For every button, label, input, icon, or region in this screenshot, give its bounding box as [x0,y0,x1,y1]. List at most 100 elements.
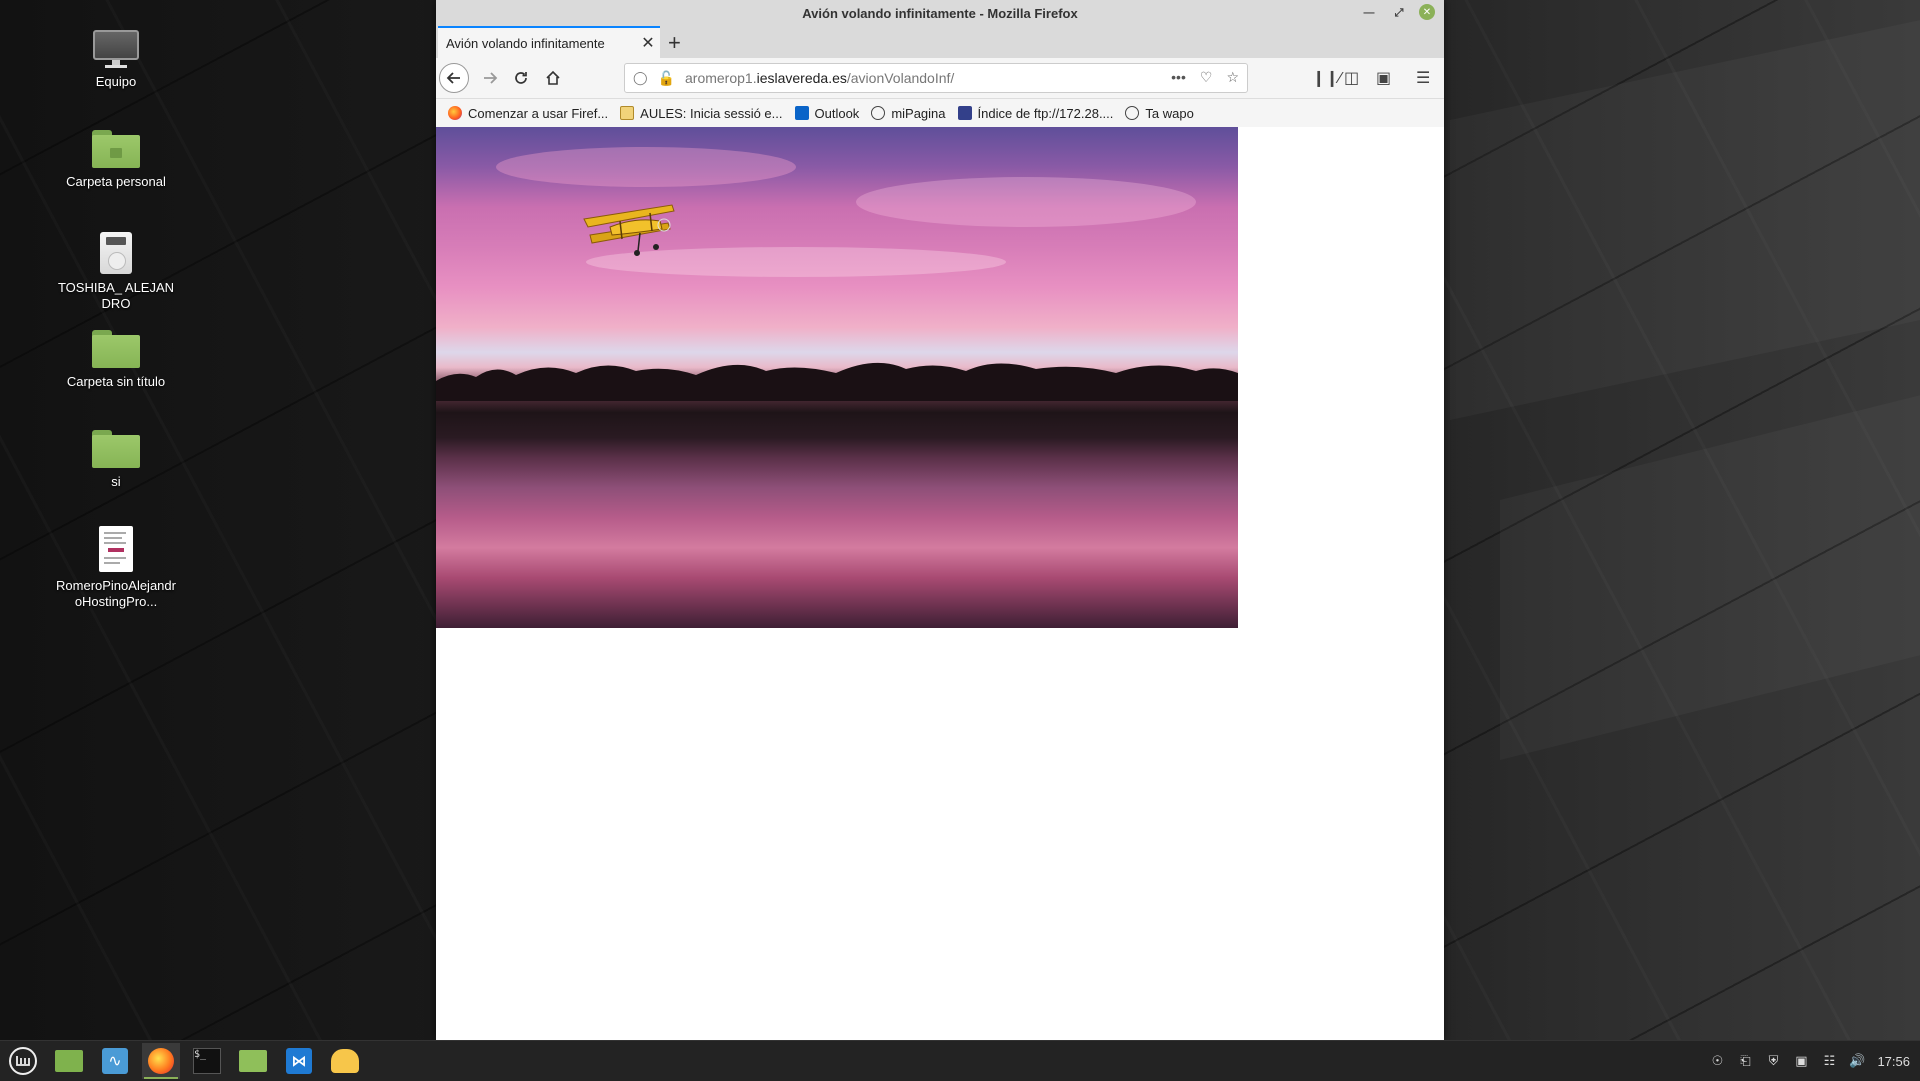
firefox-icon [148,1048,174,1074]
taskbar-folder[interactable] [234,1043,272,1079]
window-title: Avión volando infinitamente - Mozilla Fi… [802,5,1078,21]
updates-icon[interactable]: ▣ [1793,1053,1809,1069]
taskbar: ∿ $_ ⋈ ☉ ⎗ ⛨ ▣ ☷ 🔊 17:56 [0,1040,1920,1081]
bookmark-label: AULES: Inicia sessió e... [640,105,783,121]
window-titlebar[interactable]: Avión volando infinitamente - Mozilla Fi… [436,0,1444,26]
back-button[interactable] [439,63,469,93]
reload-button[interactable] [507,64,535,92]
pocket-icon[interactable]: ♡ [1200,69,1213,86]
menu-hamburger-icon[interactable]: ☰ [1416,68,1430,88]
bookmark-item[interactable]: Comenzar a usar Firef... [448,106,608,121]
system-monitor-icon: ∿ [102,1048,128,1074]
forward-button[interactable] [476,64,504,92]
bookmark-label: Índice de ftp://172.28.... [977,105,1114,121]
close-tab-icon[interactable]: ✕ [636,33,660,53]
cloud-shape [856,177,1196,227]
sunset-image [436,127,1238,628]
aules-icon [620,106,635,120]
network-icon[interactable]: ☷ [1821,1053,1837,1069]
globe-icon [871,106,886,120]
bookmark-item[interactable]: AULES: Inicia sessió e... [620,105,783,121]
page-content [436,127,1444,1040]
taskbar-system-monitor[interactable]: ∿ [96,1043,134,1079]
bookmark-label: Ta wapo [1145,105,1194,121]
folder-icon [239,1050,267,1072]
taskbar-files[interactable] [50,1043,88,1079]
screenshot-icon[interactable]: ▣ [1376,68,1391,88]
minimize-button[interactable]: — [1360,4,1378,22]
globe-icon [1125,106,1140,120]
new-tab-button[interactable]: + [668,30,681,56]
taskbar-filezilla[interactable] [326,1043,364,1079]
bookmarks-toolbar: Comenzar a usar Firef... AULES: Inicia s… [436,99,1444,128]
url-bar[interactable]: ◯ 🔓 aromerop1. ieslavereda.es/avionVoland… [624,63,1248,93]
desktop-icon-label: TOSHIBA_ ALEJANDRO [57,280,175,311]
close-window-button[interactable]: ✕ [1419,4,1435,20]
home-button[interactable] [539,64,567,92]
folder-icon [92,430,140,468]
sidebar-icon[interactable]: ◫ [1344,68,1359,88]
system-tray: ☉ ⎗ ⛨ ▣ ☷ 🔊 17:56 [1709,1041,1910,1081]
bookmark-label: Comenzar a usar Firef... [468,105,609,121]
outlook-icon [794,106,809,120]
taskbar-vscode[interactable]: ⋈ [280,1043,318,1079]
tab-title: Avión volando infinitamente [446,35,605,51]
desktop-icon-toshiba[interactable]: TOSHIBA_ ALEJANDRO [46,232,186,312]
menu-icon [9,1047,37,1075]
desktop-icon-label: Carpeta personal [66,174,166,189]
folder-icon [92,330,140,368]
url-host: ieslavereda.es [756,70,847,86]
vscode-icon: ⋈ [286,1048,312,1074]
forward-arrow-icon [484,72,498,84]
document-icon [99,526,133,572]
start-menu-button[interactable] [4,1043,42,1079]
clock[interactable]: 17:56 [1877,1054,1910,1069]
desktop-icon-carpeta-sin-titulo[interactable]: Carpeta sin título [46,330,186,390]
bookmark-star-icon[interactable]: ☆ [1226,69,1239,86]
desktop-icon-equipo[interactable]: Equipo [46,30,186,90]
bookmark-label: miPagina [891,105,946,121]
bookmark-item[interactable]: Índice de ftp://172.28.... [957,105,1114,121]
usb-drive-icon [100,232,132,274]
tab-bar: Avión volando infinitamente ✕ + [436,26,1444,58]
treeline-silhouette [436,362,1238,401]
insecure-lock-icon[interactable]: 🔓 [658,70,675,87]
url-prefix: aromerop1. [685,70,757,86]
maximize-button[interactable]: ⤢ [1390,4,1408,22]
desktop-icon-si[interactable]: si [46,430,186,490]
navigation-toolbar: ◯ 🔓 aromerop1. ieslavereda.es/avionVoland… [436,58,1444,99]
taskbar-terminal[interactable]: $_ [188,1043,226,1079]
clipboard-icon[interactable]: ⎗ [1737,1053,1753,1069]
library-icon[interactable]: ❙❙∕ [1312,68,1341,88]
home-icon [546,70,560,85]
terminal-icon: $_ [193,1048,221,1074]
desktop-icon-label: si [111,474,121,489]
files-icon [55,1050,83,1072]
desktop-icon-document[interactable]: RomeroPinoAlejandroHostingPro... [46,526,186,610]
desktop-icon-label: RomeroPinoAlejandroHostingPro... [56,578,176,609]
firefox-window: Avión volando infinitamente - Mozilla Fi… [436,0,1444,1040]
tracking-shield-icon[interactable]: ◯ [633,70,648,86]
bookmark-item[interactable]: Outlook [794,105,860,121]
bookmark-label: Outlook [814,105,860,121]
filezilla-icon [331,1049,359,1073]
back-arrow-icon [446,72,460,84]
home-folder-icon [92,130,140,168]
biplane-icon [583,204,675,256]
page-actions-icon[interactable]: ••• [1171,69,1186,86]
volume-icon[interactable]: 🔊 [1849,1053,1865,1069]
tab-avion[interactable]: Avión volando infinitamente ✕ [438,26,660,58]
taskbar-firefox[interactable] [142,1043,180,1079]
firefox-icon [448,106,462,120]
computer-icon [93,30,139,68]
url-path: /avionVolandoInf/ [846,70,955,86]
reload-icon [515,72,527,84]
ftp-icon [957,106,972,120]
cloud-shape [496,147,796,187]
bookmark-item[interactable]: miPagina [871,105,946,121]
shield-icon[interactable]: ⛨ [1765,1053,1781,1069]
bookmark-item[interactable]: Ta wapo [1125,105,1194,121]
desktop-icon-label: Equipo [95,74,137,89]
redshift-icon[interactable]: ☉ [1709,1053,1725,1069]
desktop-icon-carpeta-personal[interactable]: Carpeta personal [46,130,186,190]
